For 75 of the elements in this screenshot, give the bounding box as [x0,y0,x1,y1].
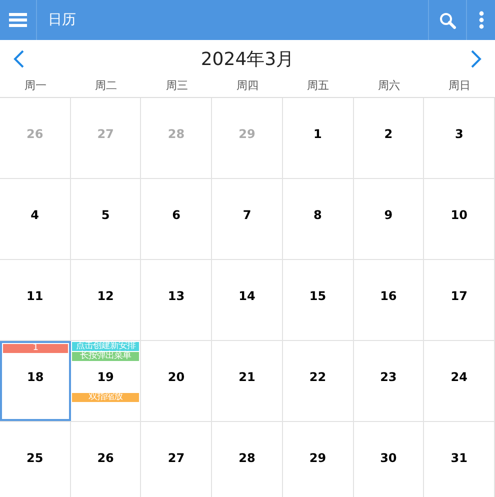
day-number: 3 [454,126,464,143]
day-cell[interactable]: 20 [141,341,212,421]
day-number: 10 [450,207,468,224]
day-number: 19 [97,369,114,386]
day-number: 12 [97,288,114,305]
weekday-label: 周五 [307,78,330,94]
day-number: 29 [309,450,326,467]
day-cell[interactable]: 16 [354,260,424,340]
day-cell[interactable]: 6 [141,179,212,259]
day-number: 31 [450,450,468,467]
day-cell[interactable]: 10 [424,179,495,259]
day-cell[interactable]: 21 [212,341,283,421]
day-number: 16 [380,288,397,305]
day-cell[interactable]: 26 [70,422,142,497]
day-cell[interactable]: 27 [141,422,212,497]
day-number: 7 [242,207,252,224]
day-number: 14 [238,288,256,305]
day-number: 28 [168,126,185,143]
weekday-label: 周日 [448,78,471,94]
weekday-label: 周二 [95,78,118,94]
day-cell[interactable]: 28 [212,422,283,497]
day-number: 20 [168,369,185,386]
day-number: 13 [168,288,185,305]
day-cell[interactable]: 30 [354,422,424,497]
day-cell[interactable]: 23 [354,341,424,421]
day-cell[interactable]: 14 [212,260,283,340]
day-number: 18 [27,369,44,386]
day-number: 26 [97,450,114,467]
day-cell[interactable]: 22 [282,341,354,421]
day-cell[interactable]: 4 [0,179,71,259]
day-cell[interactable]: 12 [70,260,142,340]
day-cell[interactable]: 3 [424,98,495,178]
day-number: 27 [97,126,114,143]
day-cell[interactable]: 1 [282,98,354,178]
day-cell[interactable]: 13 [141,260,212,340]
day-cell[interactable]: 24 [424,341,495,421]
day-number: 9 [384,207,393,224]
day-cell[interactable]: 2 [354,98,424,178]
weekday-label: 周六 [378,78,400,94]
app-title: 日历 [48,10,77,30]
day-number: 6 [172,207,180,224]
weekday-label: 周四 [236,78,258,94]
day-number: 25 [26,450,44,467]
day-number: 27 [168,450,185,467]
day-number: 22 [309,369,326,386]
day-number: 4 [30,207,40,224]
day-cell[interactable]: 25 [0,422,71,497]
day-number: 17 [450,288,468,305]
day-number: 24 [450,369,468,386]
day-cell[interactable]: 8 [282,179,354,259]
month-title: 2024年3月 [200,48,294,72]
previous-month-icon[interactable] [13,50,25,68]
day-cell[interactable]: 5 [70,179,142,259]
weekday-label: 周一 [24,78,46,94]
day-number: 11 [26,288,44,305]
day-cell[interactable]: 17 [424,260,495,340]
day-cell[interactable]: 15 [282,260,354,340]
next-month-icon[interactable] [470,50,482,68]
day-number: 1 [314,126,322,143]
day-cell[interactable]: 9 [354,179,424,259]
day-cell[interactable]: 31 [424,422,495,497]
day-number: 28 [238,450,256,467]
day-cell[interactable]: 29 [282,422,354,497]
day-number: 15 [309,288,326,305]
day-number: 26 [26,126,44,143]
day-number: 29 [238,126,256,143]
day-cell[interactable]: 7 [212,179,283,259]
day-number: 8 [314,207,322,224]
day-cell[interactable]: 11 [0,260,71,340]
weekday-label: 周三 [166,78,188,94]
day-number: 2 [384,126,393,143]
day-number: 21 [238,369,256,386]
day-number: 5 [101,207,110,224]
day-number: 23 [380,369,397,386]
day-number: 30 [380,450,397,467]
